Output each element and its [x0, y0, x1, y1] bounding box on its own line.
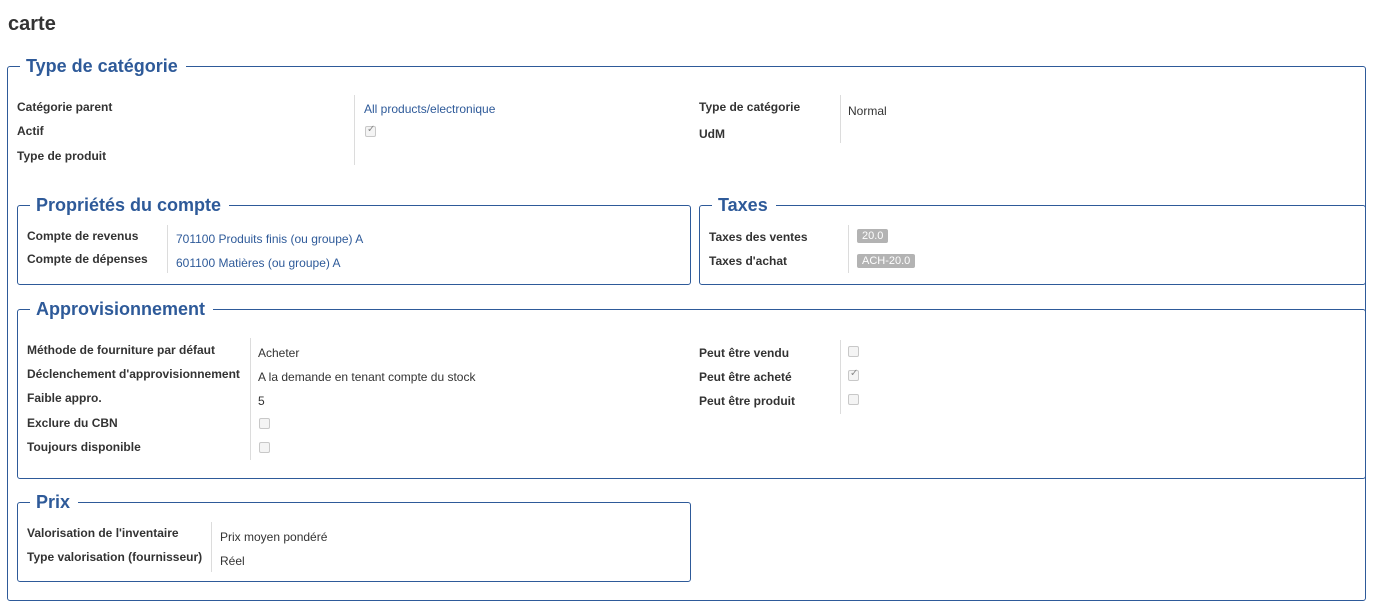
- account-properties-legend: Propriétés du compte: [24, 194, 230, 216]
- product-type-label: Type de produit: [17, 149, 107, 163]
- expense-account-link[interactable]: 601100 Matières (ou groupe) A: [176, 256, 341, 270]
- separator: [167, 225, 168, 273]
- price-legend: Prix: [24, 491, 79, 513]
- low-procurement-value: 5: [258, 394, 265, 408]
- always-available-checkbox[interactable]: [259, 442, 270, 453]
- active-label: Actif: [17, 124, 44, 138]
- page-title: carte: [8, 13, 56, 35]
- revenue-account-label: Compte de revenus: [27, 229, 139, 243]
- supplier-valuation-label: Type valorisation (fournisseur): [27, 550, 203, 564]
- category-type-value: Normal: [848, 104, 887, 118]
- can-be-produced-label: Peut être produit: [699, 394, 796, 408]
- price-section: Prix Valorisation de l'inventaire Type v…: [17, 491, 691, 582]
- procurement-section: Approvisionnement Méthode de fourniture …: [17, 298, 1366, 479]
- parent-category-link[interactable]: All products/electronique: [364, 102, 495, 116]
- purchase-taxes-label: Taxes d'achat: [709, 254, 787, 268]
- separator: [848, 225, 849, 273]
- exclude-cbn-label: Exclure du CBN: [27, 416, 118, 430]
- taxes-legend: Taxes: [706, 194, 776, 216]
- supplier-valuation-value: Réel: [220, 554, 245, 568]
- can-be-sold-checkbox[interactable]: [848, 346, 859, 357]
- category-type-legend: Type de catégorie: [14, 55, 186, 77]
- exclude-cbn-checkbox[interactable]: [259, 418, 270, 429]
- taxes-section: Taxes Taxes des ventes Taxes d'achat 20.…: [699, 194, 1366, 285]
- separator: [211, 522, 212, 572]
- account-properties-section: Propriétés du compte Compte de revenus C…: [17, 194, 691, 285]
- separator: [840, 95, 841, 143]
- purchase-tax-badge[interactable]: ACH-20.0: [857, 254, 916, 268]
- supply-method-label: Méthode de fourniture par défaut: [27, 343, 216, 357]
- can-be-sold-label: Peut être vendu: [699, 346, 790, 360]
- parent-category-label: Catégorie parent: [17, 100, 113, 114]
- procurement-trigger-value: A la demande en tenant compte du stock: [258, 370, 476, 384]
- separator: [840, 340, 841, 414]
- inventory-valuation-label: Valorisation de l'inventaire: [27, 526, 179, 540]
- can-be-produced-checkbox[interactable]: [848, 394, 859, 405]
- low-procurement-label: Faible appro.: [27, 391, 102, 405]
- sales-taxes-label: Taxes des ventes: [709, 230, 808, 244]
- procurement-trigger-label: Déclenchement d'approvisionnement: [27, 367, 240, 381]
- sales-tax-badge[interactable]: 20.0: [857, 229, 889, 243]
- active-checkbox[interactable]: [365, 124, 376, 137]
- category-type-label: Type de catégorie: [699, 100, 801, 114]
- separator: [354, 95, 355, 165]
- uom-label: UdM: [699, 127, 725, 141]
- inventory-valuation-value: Prix moyen pondéré: [220, 530, 328, 544]
- separator: [250, 338, 251, 460]
- expense-account-label: Compte de dépenses: [27, 252, 148, 266]
- procurement-legend: Approvisionnement: [24, 298, 214, 320]
- revenue-account-link[interactable]: 701100 Produits finis (ou groupe) A: [176, 232, 363, 246]
- always-available-label: Toujours disponible: [27, 440, 141, 454]
- supply-method-value: Acheter: [258, 346, 300, 360]
- can-be-purchased-label: Peut être acheté: [699, 370, 792, 384]
- can-be-purchased-checkbox[interactable]: [848, 368, 859, 381]
